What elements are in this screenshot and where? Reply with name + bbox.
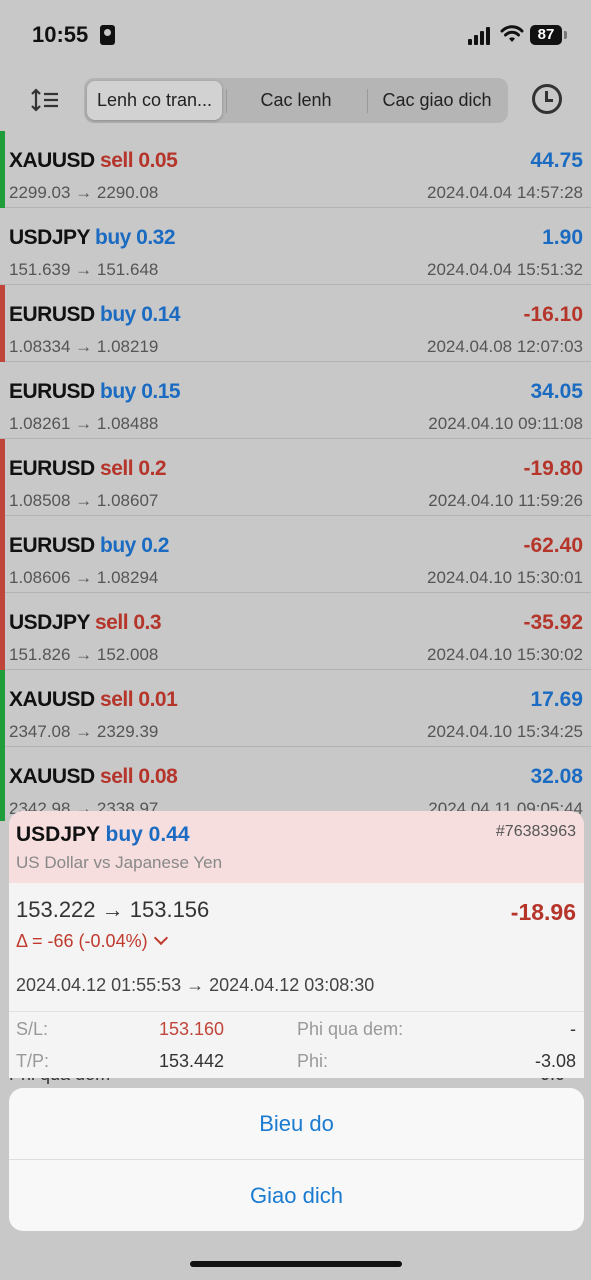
sl-label: S/L:	[16, 1019, 49, 1039]
action-sheet: Bieu do Giao dich	[9, 1088, 584, 1231]
trade-prices: 1.08334 → 1.08219	[9, 337, 159, 356]
trade-button[interactable]: Giao dich	[9, 1160, 584, 1231]
detail-delta-text: Δ = -66 (-0.04%)	[16, 931, 148, 951]
trade-pnl: 44.75	[530, 149, 583, 172]
detail-ticket: #76383963	[495, 823, 576, 840]
trade-symbol: EURUSD sell 0.2	[9, 457, 167, 480]
trade-status-bar	[0, 208, 5, 285]
trade-row[interactable]: EURUSD sell 0.2 1.08508 → 1.08607 -19.80 20…	[0, 439, 591, 516]
trade-side: buy 0.15	[100, 380, 181, 403]
trade-status-bar	[0, 285, 5, 362]
segmented-control: Lenh co tran... Cac lenh Cac giao dich	[84, 78, 508, 123]
toolbar: Lenh co tran... Cac lenh Cac giao dich	[0, 78, 591, 124]
trade-row[interactable]: XAUUSD sell 0.08 2342.98 → 2338.97 32.08 20…	[0, 747, 591, 821]
trade-prices: 2299.03 → 2290.08	[9, 183, 159, 202]
trade-prices: 1.08508 → 1.08607	[9, 491, 159, 510]
trade-status-bar	[0, 516, 5, 593]
trade-time: 2024.04.04 15:51:32	[427, 260, 583, 279]
tp-label: T/P:	[16, 1051, 50, 1071]
trade-side: buy 0.2	[100, 534, 169, 557]
trade-row[interactable]: EURUSD buy 0.14 1.08334 → 1.08219 -16.10 20…	[0, 285, 591, 362]
trade-symbol: EURUSD buy 0.14	[9, 303, 181, 326]
trade-prices: 2347.08 → 2329.39	[9, 722, 159, 741]
home-indicator	[190, 1261, 402, 1267]
trade-status-bar	[0, 131, 5, 208]
chart-button[interactable]: Bieu do	[9, 1088, 584, 1159]
detail-prices: 153.222 → 153.156	[16, 897, 210, 922]
trade-status-bar	[0, 747, 5, 821]
trade-symbol: EURUSD buy 0.15	[9, 380, 181, 403]
trade-time: 2024.04.10 15:30:01	[427, 568, 583, 587]
trade-time: 2024.04.10 09:11:08	[428, 414, 583, 433]
detail-pnl: -18.96	[510, 899, 576, 925]
trade-prices: 151.826 → 152.008	[9, 645, 159, 664]
trade-side: sell 0.08	[100, 765, 178, 788]
trade-side: sell 0.05	[100, 149, 178, 172]
detail-description: US Dollar vs Japanese Yen	[16, 853, 223, 872]
trade-side: sell 0.01	[100, 688, 178, 711]
tab-deals[interactable]: Cac giao dich	[368, 81, 506, 120]
trade-time: 2024.04.10 11:59:26	[428, 491, 583, 510]
sort-icon[interactable]	[30, 88, 60, 112]
wifi-icon	[500, 25, 524, 42]
trade-symbol: USDJPY sell 0.3	[9, 611, 162, 634]
trade-pnl: 1.90	[542, 226, 583, 249]
status-bar: 10:55 87	[0, 0, 591, 72]
sl-value: 153.160	[159, 1019, 225, 1039]
fee-label: Phi:	[297, 1051, 329, 1071]
trade-pnl: 34.05	[530, 380, 583, 403]
trade-symbol: XAUUSD sell 0.01	[9, 688, 178, 711]
tab-orders[interactable]: Cac lenh	[226, 81, 366, 120]
trade-time: 2024.04.04 14:57:28	[427, 183, 583, 202]
trade-detail-header: USDJPY buy 0.44 #76383963 US Dollar vs J…	[9, 811, 584, 883]
chevron-down-icon	[153, 930, 168, 946]
trade-symbol: XAUUSD sell 0.05	[9, 149, 178, 172]
trade-time: 2024.04.10 15:30:02	[427, 645, 583, 664]
fee-value: -3.08	[534, 1051, 576, 1071]
trade-prices: 151.639 → 151.648	[9, 260, 159, 279]
trade-pnl: 17.69	[530, 688, 583, 711]
trade-status-bar	[0, 362, 5, 439]
trade-status-bar	[0, 670, 5, 747]
trade-pnl: -35.92	[523, 611, 583, 634]
tab-open-positions[interactable]: Lenh co tran...	[87, 81, 222, 120]
trade-row[interactable]: EURUSD buy 0.15 1.08261 → 1.08488 34.05 202…	[0, 362, 591, 439]
trade-detail-card: USDJPY buy 0.44 #76383963 US Dollar vs J…	[9, 811, 584, 1078]
cellular-signal-icon	[468, 27, 492, 45]
trade-pnl: 32.08	[530, 765, 583, 788]
trade-pnl: -19.80	[523, 457, 583, 480]
trade-time: 2024.04.08 12:07:03	[427, 337, 583, 356]
trade-symbol: USDJPY buy 0.32	[9, 226, 176, 249]
detail-times: 2024.04.12 01:55:53 → 2024.04.12 03:08:3…	[16, 975, 375, 995]
trade-symbol: XAUUSD sell 0.08	[9, 765, 178, 788]
trade-status-bar	[0, 439, 5, 516]
trade-row[interactable]: EURUSD buy 0.2 1.08606 → 1.08294 -62.40 202…	[0, 516, 591, 593]
battery-icon: 87	[530, 25, 567, 45]
trade-prices: 1.08261 → 1.08488	[9, 414, 159, 433]
trade-time: 2024.04.10 15:34:25	[427, 722, 583, 741]
trade-side: sell 0.2	[100, 457, 167, 480]
trade-status-bar	[0, 593, 5, 670]
trade-row[interactable]: XAUUSD sell 0.01 2347.08 → 2329.39 17.69 20…	[0, 670, 591, 747]
detail-delta[interactable]: Δ = -66 (-0.04%)	[16, 930, 168, 952]
trade-side: buy 0.32	[95, 226, 176, 249]
trade-prices: 1.08606 → 1.08294	[9, 568, 159, 587]
trade-symbol: EURUSD buy 0.2	[9, 534, 169, 557]
detail-symbol: USDJPY buy 0.44	[16, 823, 190, 846]
trade-pnl: -62.40	[523, 534, 583, 557]
trade-list: XAUUSD sell 0.05 2299.03 → 2290.08 44.75 20…	[0, 131, 591, 821]
history-clock-icon[interactable]	[532, 84, 562, 114]
trade-row[interactable]: USDJPY sell 0.3 151.826 → 152.008 -35.92 20…	[0, 593, 591, 670]
tp-value: 153.442	[159, 1051, 225, 1071]
trade-row[interactable]: XAUUSD sell 0.05 2299.03 → 2290.08 44.75 20…	[0, 131, 591, 208]
trade-pnl: -16.10	[523, 303, 583, 326]
trade-row[interactable]: USDJPY buy 0.32 151.639 → 151.648 1.90 2024…	[0, 208, 591, 285]
person-badge-icon	[100, 25, 115, 45]
detail-side: buy 0.44	[105, 823, 190, 846]
trade-side: sell 0.3	[95, 611, 162, 634]
status-time: 10:55	[32, 22, 89, 47]
swap-value: -	[570, 1019, 576, 1039]
swap-label: Phi qua dem:	[297, 1019, 404, 1039]
trade-side: buy 0.14	[100, 303, 181, 326]
